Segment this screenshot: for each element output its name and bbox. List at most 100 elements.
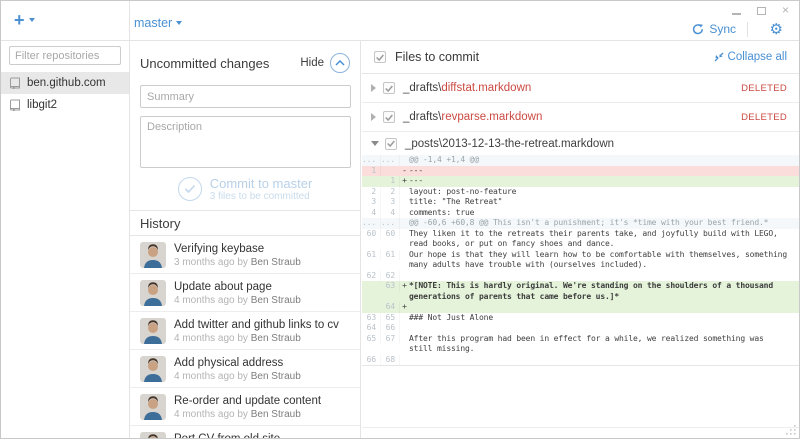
diff-line: 6466: [362, 323, 799, 334]
commit-author: Ben Straub: [251, 295, 301, 306]
commit-summary-input[interactable]: [140, 85, 351, 108]
file-name: _posts\2013-12-13-the-retreat.markdown: [405, 138, 614, 150]
diff-line: 63+*[NOTE: This is hardly original. We'r…: [362, 281, 799, 302]
commit-meta-time: 4 months ago by: [174, 371, 251, 382]
diff-line: ......@@ -1,4 +1,4 @@: [362, 155, 799, 166]
commit-title: Verifying keybase: [174, 243, 301, 255]
file-checkbox[interactable]: [383, 111, 395, 123]
diff-new-line-number: 65: [381, 313, 400, 324]
file-basename: diffstat.markdown: [441, 82, 531, 94]
files-diff-pane: Files to commit Collapse all _drafts\dif…: [362, 41, 799, 438]
avatar: [140, 318, 166, 344]
diff-old-line-number: 66: [362, 355, 381, 366]
diff-old-line-number: 63: [362, 313, 381, 324]
gear-icon: ⚙: [770, 20, 783, 38]
commit-button[interactable]: Commit to master 3 files to be committed: [130, 176, 360, 202]
diff-line: 6060They liken it to the retreats their …: [362, 229, 799, 250]
branch-selector[interactable]: master: [134, 16, 182, 30]
filter-repositories-input[interactable]: [9, 46, 121, 65]
commit-meta: 4 months ago by Ben Straub: [174, 371, 301, 382]
diff-old-line-number: 65: [362, 334, 381, 345]
commit-text: Port CV from old site4 months ago by Ben…: [174, 433, 301, 439]
diff-text: Our hope is that they will learn how to …: [409, 250, 799, 271]
hide-changes-button[interactable]: Hide: [300, 53, 350, 73]
resize-grip[interactable]: [786, 425, 796, 435]
commit-meta-time: 4 months ago by: [174, 295, 251, 306]
file-dir: _drafts\: [403, 82, 441, 94]
toolbar-divider: [747, 22, 748, 37]
commit-meta-time: 4 months ago by: [174, 333, 251, 344]
diff-line: 6567After this program had been in effec…: [362, 334, 799, 355]
settings-button[interactable]: ⚙: [770, 20, 783, 38]
collapse-panel-button[interactable]: [330, 53, 350, 73]
sidebar-divider: [129, 1, 130, 438]
file-name: _drafts\diffstat.markdown: [403, 82, 531, 94]
commit-history-list: Verifying keybase3 months ago by Ben Str…: [130, 236, 360, 438]
history-commit-row[interactable]: Port CV from old site4 months ago by Ben…: [130, 426, 360, 438]
sync-button[interactable]: Sync: [692, 22, 736, 36]
diff-line: 1----: [362, 166, 799, 177]
diff-new-line-number: 61: [381, 250, 400, 261]
history-commit-row[interactable]: Update about page 4 months ago by Ben Str…: [130, 274, 360, 312]
diff-old-line-number: 3: [362, 197, 381, 208]
diff-marker: +: [400, 302, 409, 313]
diff-text: @@ -60,6 +60,8 @@ This isn't a punishmen…: [409, 218, 799, 229]
diff-old-line-number: 4: [362, 208, 381, 219]
diff-old-line-number: 61: [362, 250, 381, 261]
commit-meta-time: 4 months ago by: [174, 409, 251, 420]
file-dir: _posts\: [405, 138, 442, 150]
commit-text: Add twitter and github links to cv4 mont…: [174, 319, 339, 344]
commit-meta: 4 months ago by Ben Straub: [174, 295, 301, 306]
repository-item[interactable]: libgit2: [1, 94, 129, 116]
diff-new-line-number: 1: [381, 176, 400, 187]
avatar: [140, 242, 166, 268]
caret-right-icon[interactable]: [371, 113, 376, 121]
toolbar: + master × Sync ⚙: [1, 1, 799, 41]
close-icon[interactable]: ×: [782, 6, 789, 15]
diff-new-line-number: 4: [381, 208, 400, 219]
avatar: [140, 394, 166, 420]
history-title: History: [130, 210, 360, 236]
diff-text: After this program had been in effect fo…: [409, 334, 799, 355]
file-row: _drafts\revparse.markdownDELETED: [362, 103, 799, 132]
maximize-icon[interactable]: [757, 7, 766, 15]
diff-old-line-number: ...: [362, 218, 381, 229]
commit-button-sublabel: 3 files to be committed: [210, 191, 313, 202]
diff-new-line-number: 3: [381, 197, 400, 208]
file-basename: revparse.markdown: [441, 111, 542, 123]
diff-text: They liken it to the retreats their pare…: [409, 229, 799, 250]
commit-title: Port CV from old site: [174, 433, 301, 439]
diff-line: 6161 Our hope is that they will learn how…: [362, 250, 799, 271]
caret-right-icon[interactable]: [371, 84, 376, 92]
repository-item[interactable]: ben.github.com: [1, 72, 129, 94]
collapse-all-button[interactable]: Collapse all: [714, 51, 787, 63]
files-to-commit-title: Files to commit: [395, 50, 479, 64]
file-row: _drafts\diffstat.markdownDELETED: [362, 74, 799, 103]
history-commit-row[interactable]: Verifying keybase3 months ago by Ben Str…: [130, 236, 360, 274]
uncommitted-changes-title: Uncommitted changes: [140, 56, 269, 71]
file-checkbox[interactable]: [385, 138, 397, 150]
file-checkbox[interactable]: [383, 82, 395, 94]
commit-description-input[interactable]: [140, 116, 351, 168]
commit-title: Update about page: [174, 281, 301, 293]
add-repository-button[interactable]: +: [14, 10, 35, 30]
branch-label: master: [134, 16, 172, 30]
chevron-down-icon: [176, 21, 182, 25]
diff-old-line-number: 60: [362, 229, 381, 240]
file-dir: _drafts\: [403, 111, 441, 123]
history-commit-row[interactable]: Add physical address 4 months ago by Ben …: [130, 350, 360, 388]
pane-footer-divider: [362, 427, 799, 428]
history-commit-row[interactable]: Add twitter and github links to cv4 mont…: [130, 312, 360, 350]
plus-icon: +: [14, 10, 25, 30]
collapse-all-label: Collapse all: [728, 51, 787, 63]
history-commit-row[interactable]: Re-order and update content4 months ago …: [130, 388, 360, 426]
diff-new-line-number: 62: [381, 271, 400, 282]
diff-old-line-number: 64: [362, 323, 381, 334]
caret-down-icon[interactable]: [371, 141, 379, 146]
commit-title: Add physical address: [174, 357, 301, 369]
minimize-icon[interactable]: [732, 13, 741, 15]
chevron-up-icon: [335, 60, 345, 66]
diff-new-line-number: 66: [381, 323, 400, 334]
diff-line: 22layout: post-no-feature: [362, 187, 799, 198]
select-all-files-checkbox[interactable]: [374, 51, 386, 63]
